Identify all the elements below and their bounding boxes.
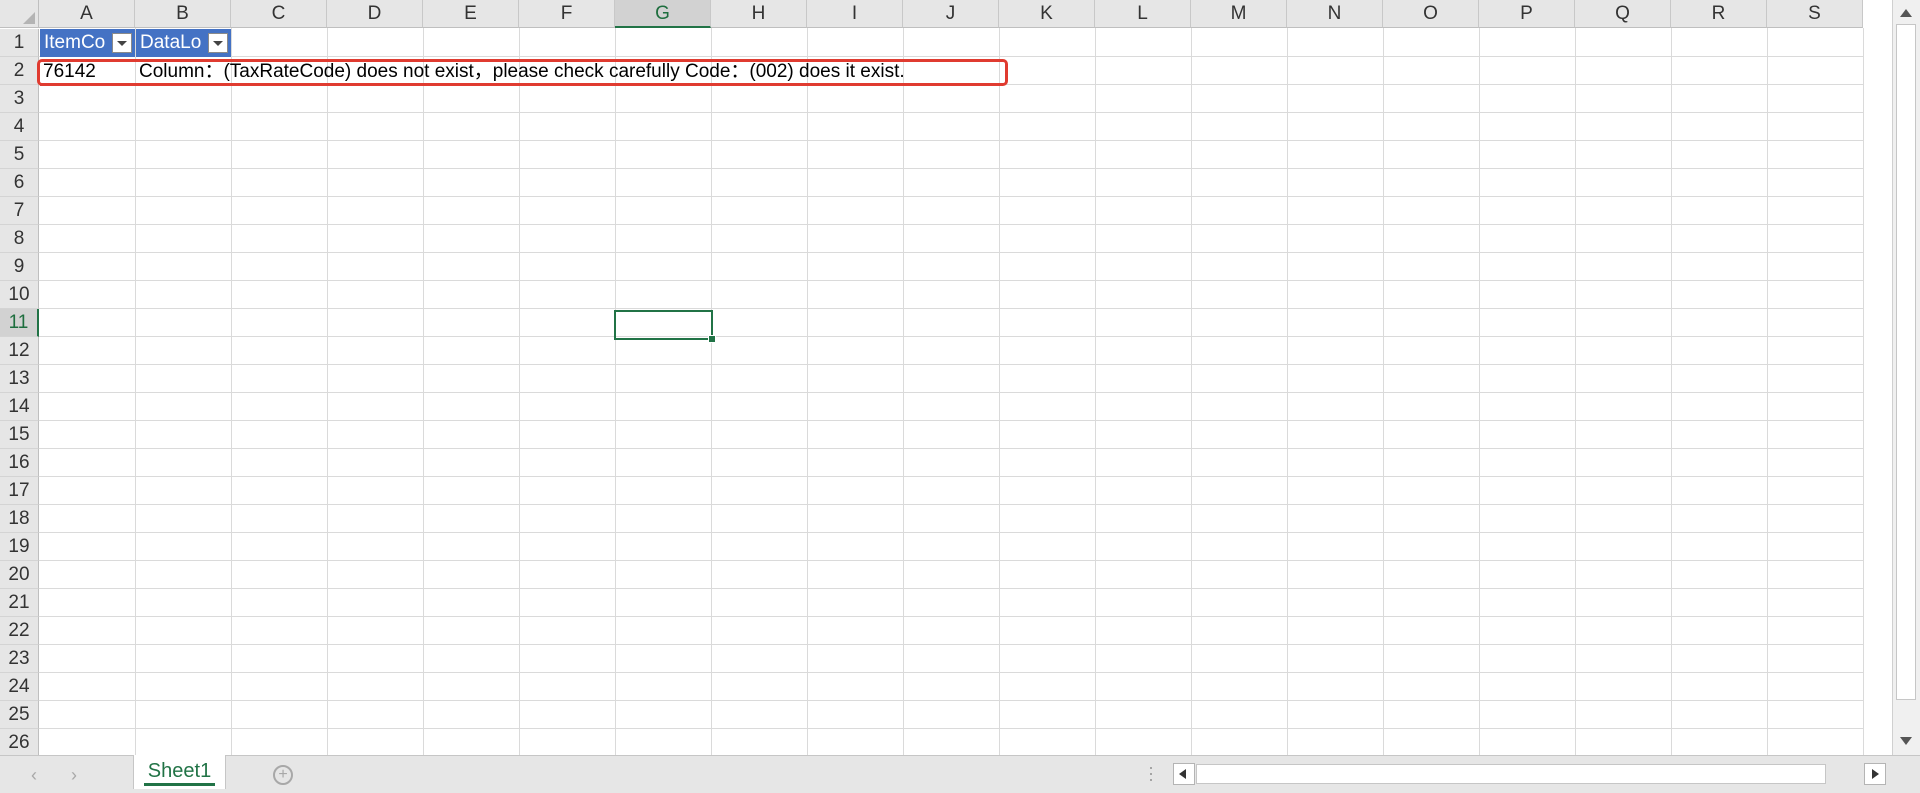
- gridline-horizontal: [39, 728, 1863, 729]
- gridline-horizontal: [39, 56, 1863, 57]
- row-header-14[interactable]: 14: [0, 393, 39, 421]
- column-header-s[interactable]: S: [1767, 0, 1863, 28]
- select-all-corner[interactable]: [0, 0, 39, 28]
- gridline-horizontal: [39, 616, 1863, 617]
- selected-cell-g11[interactable]: [614, 310, 713, 340]
- column-header-n[interactable]: N: [1287, 0, 1383, 28]
- gridline-horizontal: [39, 224, 1863, 225]
- vertical-scroll-thumb[interactable]: [1896, 24, 1916, 700]
- row-header-19[interactable]: 19: [0, 533, 39, 561]
- gridline-horizontal: [39, 308, 1863, 309]
- row-header-16[interactable]: 16: [0, 449, 39, 477]
- gridline-horizontal: [39, 644, 1863, 645]
- horizontal-scroll-thumb[interactable]: [1196, 764, 1826, 784]
- gridline-horizontal: [39, 588, 1863, 589]
- sheet-tab-bar: ‹ › Sheet1 + · · ·: [0, 755, 1920, 793]
- row-header-7[interactable]: 7: [0, 197, 39, 225]
- column-header-o[interactable]: O: [1383, 0, 1479, 28]
- column-header-i[interactable]: I: [807, 0, 903, 28]
- column-header-g[interactable]: G: [615, 0, 711, 28]
- gridline-horizontal: [39, 532, 1863, 533]
- row-header-18[interactable]: 18: [0, 505, 39, 533]
- gridline-horizontal: [39, 112, 1863, 113]
- row-header-10[interactable]: 10: [0, 281, 39, 309]
- annotation-highlight: [37, 59, 1008, 86]
- column-header-e[interactable]: E: [423, 0, 519, 28]
- column-header-j[interactable]: J: [903, 0, 999, 28]
- row-header-8[interactable]: 8: [0, 225, 39, 253]
- column-header-f[interactable]: F: [519, 0, 615, 28]
- table-header-item-code-label: ItemCo: [44, 32, 106, 53]
- filter-dropdown-icon[interactable]: [208, 33, 228, 53]
- row-header-25[interactable]: 25: [0, 701, 39, 729]
- row-header-17[interactable]: 17: [0, 477, 39, 505]
- gridline-horizontal: [39, 140, 1863, 141]
- column-header-l[interactable]: L: [1095, 0, 1191, 28]
- row-header-13[interactable]: 13: [0, 365, 39, 393]
- fill-handle[interactable]: [708, 335, 716, 343]
- row-header-4[interactable]: 4: [0, 113, 39, 141]
- column-header-m[interactable]: M: [1191, 0, 1287, 28]
- gridline-horizontal: [39, 504, 1863, 505]
- gridline-horizontal: [39, 476, 1863, 477]
- splitter-handle-icon[interactable]: · · ·: [1148, 758, 1154, 788]
- row-header-3[interactable]: 3: [0, 85, 39, 113]
- sheet-tab-label: Sheet1: [147, 760, 212, 782]
- gridline-horizontal: [39, 560, 1863, 561]
- column-header-c[interactable]: C: [231, 0, 327, 28]
- row-header-11[interactable]: 11: [0, 309, 39, 337]
- table-header-item-code[interactable]: ItemCo: [40, 29, 135, 57]
- row-header-9[interactable]: 9: [0, 253, 39, 281]
- row-header-22[interactable]: 22: [0, 617, 39, 645]
- table-header-data-log-label: DataLo: [140, 32, 202, 53]
- gridline-horizontal: [39, 392, 1863, 393]
- row-header-23[interactable]: 23: [0, 645, 39, 673]
- gridline-horizontal: [39, 168, 1863, 169]
- scroll-left-icon[interactable]: [1173, 763, 1195, 785]
- row-header-2[interactable]: 2: [0, 57, 39, 85]
- column-header-h[interactable]: H: [711, 0, 807, 28]
- column-header-d[interactable]: D: [327, 0, 423, 28]
- row-header-12[interactable]: 12: [0, 337, 39, 365]
- gridline-horizontal: [39, 196, 1863, 197]
- prev-sheet-icon[interactable]: ‹: [31, 766, 37, 784]
- column-header-a[interactable]: A: [39, 0, 135, 28]
- row-header-24[interactable]: 24: [0, 673, 39, 701]
- scroll-down-icon[interactable]: [1895, 730, 1917, 752]
- column-header-b[interactable]: B: [135, 0, 231, 28]
- next-sheet-icon[interactable]: ›: [71, 766, 77, 784]
- scroll-up-icon[interactable]: [1895, 2, 1917, 24]
- gridline-horizontal: [39, 252, 1863, 253]
- row-header-21[interactable]: 21: [0, 589, 39, 617]
- column-header-k[interactable]: K: [999, 0, 1095, 28]
- add-sheet-icon[interactable]: +: [273, 765, 293, 785]
- gridline-horizontal: [39, 448, 1863, 449]
- filter-dropdown-icon[interactable]: [112, 33, 132, 53]
- column-header-r[interactable]: R: [1671, 0, 1767, 28]
- vertical-scrollbar[interactable]: [1892, 0, 1920, 755]
- row-header-15[interactable]: 15: [0, 421, 39, 449]
- sheet-tab-sheet1[interactable]: Sheet1: [133, 755, 226, 789]
- column-header-q[interactable]: Q: [1575, 0, 1671, 28]
- row-header-5[interactable]: 5: [0, 141, 39, 169]
- row-header-1[interactable]: 1: [0, 29, 39, 57]
- column-header-p[interactable]: P: [1479, 0, 1575, 28]
- gridline-horizontal: [39, 364, 1863, 365]
- gridline-horizontal: [39, 672, 1863, 673]
- gridline-horizontal: [39, 700, 1863, 701]
- table-header-data-log[interactable]: DataLo: [136, 29, 231, 57]
- gridline-horizontal: [39, 420, 1863, 421]
- scroll-right-icon[interactable]: [1864, 763, 1886, 785]
- row-header-20[interactable]: 20: [0, 561, 39, 589]
- gridline-horizontal: [39, 336, 1863, 337]
- row-header-26[interactable]: 26: [0, 729, 39, 755]
- worksheet-grid[interactable]: ABCDEFGHIJKLMNOPQRS 1 2 3 4 5 6 7 8 9 10 11 12 13 14 1…: [0, 0, 1892, 755]
- gridline-horizontal: [39, 280, 1863, 281]
- gridline-vertical: [1863, 28, 1864, 755]
- row-header-6[interactable]: 6: [0, 169, 39, 197]
